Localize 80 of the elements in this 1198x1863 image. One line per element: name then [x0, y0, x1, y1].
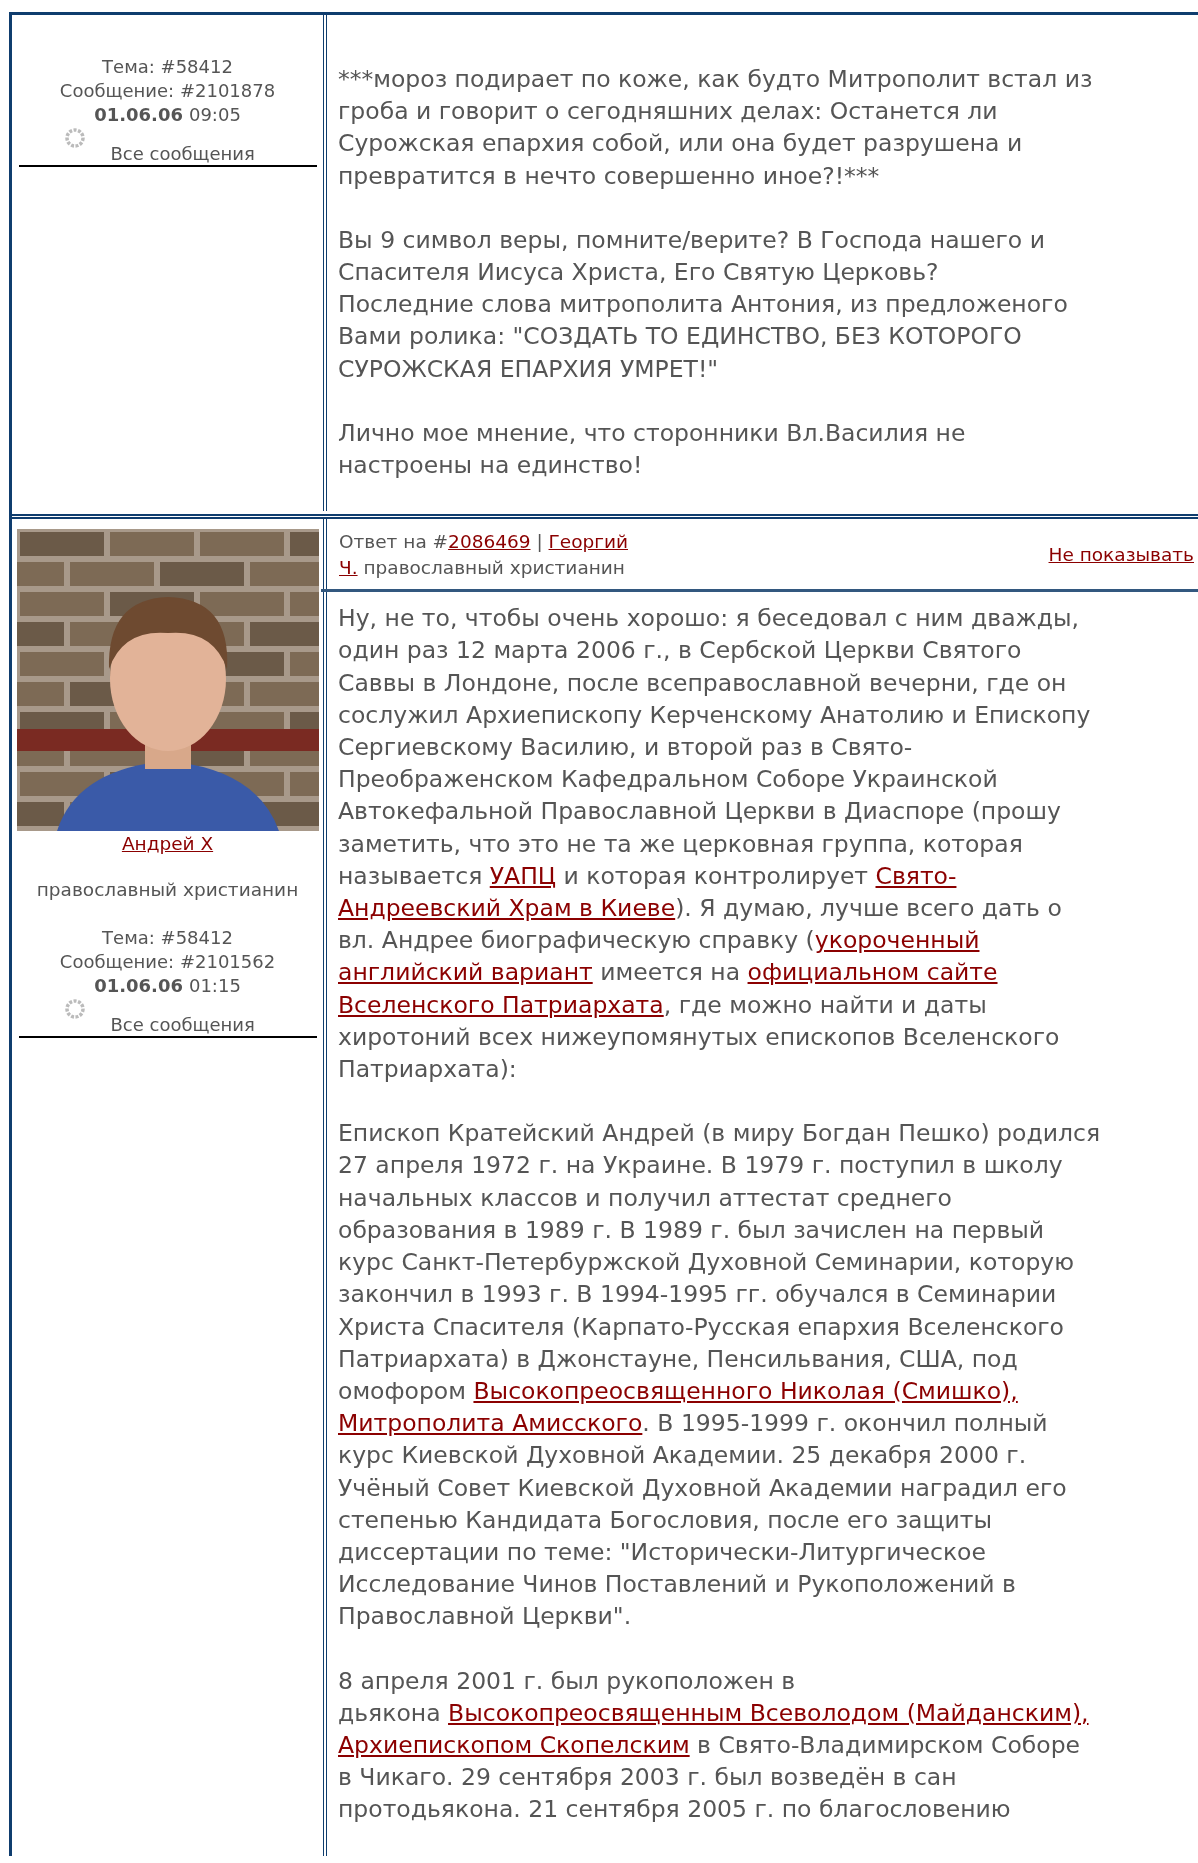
text-link[interactable]: Митрополита Амисского	[338, 1409, 643, 1438]
post-text: степенью Кандидата Богословия, после его защиты	[338, 1505, 993, 1534]
post-text: один раз 12 марта 2006 г., в Сербской Церкви Святого	[338, 636, 1022, 665]
post-text: курс Киевской Духовной Академии. 25 декабря 2000 г.	[338, 1441, 1027, 1470]
text-link[interactable]: Высокопреосвященного Николая (Смишко),	[473, 1376, 1018, 1405]
post-text: Христа Спасителя (Карпато-Русская епархия Вселенского	[338, 1312, 1064, 1341]
post-text: называется	[338, 861, 484, 890]
post-date: 01.06.06	[94, 103, 183, 127]
text-link[interactable]: Архиепископом Скопелским	[338, 1730, 690, 1759]
post-text: Православной Церкви".	[338, 1602, 632, 1631]
post-text: Ну, не то, чтобы очень хорошо: я беседовал с ним дважды,	[338, 604, 1079, 633]
post-text: ). Я думаю, лучше всего дать о	[675, 894, 1062, 923]
post-text: сослужил Архиепископу Керченскому Анатолию и Епископу	[338, 700, 1091, 729]
post-text: закончил в 1993 г. В 1994-1995 гг. обучался в Семинарии	[338, 1280, 1057, 1309]
post-text: хиротоний всех нижеупомянутых епископов Вселенского	[338, 1022, 1060, 1051]
post-text: ***мороз подирает по коже, как будто Митрополит встал из	[338, 65, 1093, 93]
text-link[interactable]: укороченный	[814, 926, 980, 955]
post-text: Преображенском Кафедральном Соборе Украинской	[338, 765, 998, 794]
post-text: начальных классов и получил аттестат среднего	[338, 1183, 952, 1212]
post-text: в Чикаго. 29 сентября 2003 г. был возведён в сан	[338, 1763, 957, 1792]
post-text: диссертации по теме: "Исторически-Литургическое	[338, 1537, 986, 1566]
post-text: Патриархата) в Джонстауне, Пенсильвания, США, под	[338, 1344, 1018, 1373]
post-text: и которая контролирует	[562, 861, 870, 890]
text-link[interactable]: английский вариант	[338, 958, 593, 987]
topic-number: Тема: #58412	[102, 55, 233, 79]
message-number: Сообщение: #2101878	[59, 79, 276, 103]
text-link[interactable]: официальном сайте	[747, 958, 998, 987]
post-time: 09:05	[188, 103, 241, 127]
author-rank: православный христианин	[36, 879, 299, 901]
message-number: Сообщение: #2101562	[59, 950, 276, 975]
post-text: Епископ Кратейский Андрей (в миру Богдан Пешко) родился	[338, 1119, 1101, 1148]
all-messages-link[interactable]: Все сообщения	[110, 143, 255, 165]
post-text: гроба и говорит о сегодняшних делах: Останется ли	[338, 97, 998, 126]
post-text: Лично мое мнение, что сторонники Вл.Василия не	[338, 418, 966, 447]
post-text: Вами ролика: "СОЗДАТЬ ТО ЕДИНСТВО, БЕЗ КОТОРОГО	[338, 322, 1022, 351]
text-link[interactable]: Андреевский Храм в Киеве	[338, 894, 676, 923]
hide-link[interactable]: Не показывать	[1048, 542, 1194, 569]
post-text: курс Санкт-Петербуржской Духовной Семинарии, которую	[338, 1248, 1075, 1277]
post-text: Патриархата):	[338, 1055, 517, 1084]
text-link[interactable]: 2086469	[448, 531, 531, 553]
post-text: СУРОЖСКАЯ ЕПАРХИЯ УМРЕТ!"	[338, 354, 719, 383]
text-link[interactable]: Высокопреосвященным Всеволодом (Майданским),	[448, 1698, 1089, 1727]
text-link[interactable]: Свято-	[875, 861, 957, 890]
post-date: 01.06.06	[94, 974, 183, 999]
post-text: превратится в нечто совершенно иное?!***	[338, 161, 880, 190]
post-text: протодьякона. 21 сентября 2005 г. по благословению	[338, 1795, 1011, 1824]
post-text: Последние слова митрополита Антония, из предложеного	[338, 290, 1068, 319]
post-text: омофором	[338, 1376, 467, 1405]
post-text: Саввы в Лондоне, после всеправославной вечерни, где он	[338, 668, 1067, 697]
spinner-icon	[63, 998, 86, 1021]
post-text: в Свято-Владимирском Соборе	[696, 1730, 1081, 1759]
post-text: образования в 1989 г. В 1989 г. был зачислен на первый	[338, 1215, 1045, 1244]
post-text: |	[535, 531, 544, 553]
post-text: 8 апреля 2001 г. был рукоположен в	[338, 1666, 796, 1695]
post-text: Ответ на #	[339, 531, 449, 553]
post-text: заметить, что это не та же церковная группа, которая	[338, 829, 1023, 858]
post-text: 27 апреля 1972 г. на Украине. В 1979 г. поступил в школу	[338, 1151, 1063, 1180]
post-text: Исследование Чинов Поставлений и Рукоположений в	[338, 1570, 1016, 1599]
text-link[interactable]: Георгий	[548, 531, 628, 553]
post-text: , где можно найти и даты	[663, 990, 987, 1019]
post-time: 01:15	[188, 974, 241, 999]
author-name[interactable]: Андрей Х	[121, 831, 214, 858]
post-text: Сергиевскому Василию, и второй раз в Свято-	[338, 733, 913, 762]
post-text: Вы 9 символ веры, помните/верите? В Господа нашего и	[338, 225, 1045, 254]
post-text: Сурожская епархия собой, или она будет разрушена и	[338, 129, 1023, 158]
post-text: . В 1995-1999 г. окончил полный	[642, 1409, 1048, 1438]
post-text: Спасителя Иисуса Христа, Его Святую Церковь?	[338, 258, 939, 286]
post-text: дьякона	[338, 1698, 442, 1727]
spinner-icon	[63, 127, 86, 149]
post-text: настроены на единство!	[338, 451, 643, 480]
post-text: имеется на	[599, 958, 742, 987]
text-link[interactable]: Вселенского Патриархата	[338, 990, 664, 1019]
text-link[interactable]: Ч.	[339, 557, 358, 579]
post-text: православный христианин	[362, 557, 625, 579]
topic-number: Тема: #58412	[102, 926, 233, 951]
text-link[interactable]: УАПЦ	[489, 861, 557, 890]
post-text: Автокефальной Православной Церкви в Диаспоре (прошу	[338, 797, 1061, 826]
post-text: Учёный Совет Киевской Духовной Академии наградил его	[338, 1473, 1067, 1502]
post-text: вл. Андрее биографическую справку (	[338, 926, 815, 955]
all-messages-link[interactable]: Все сообщения	[110, 1014, 255, 1037]
